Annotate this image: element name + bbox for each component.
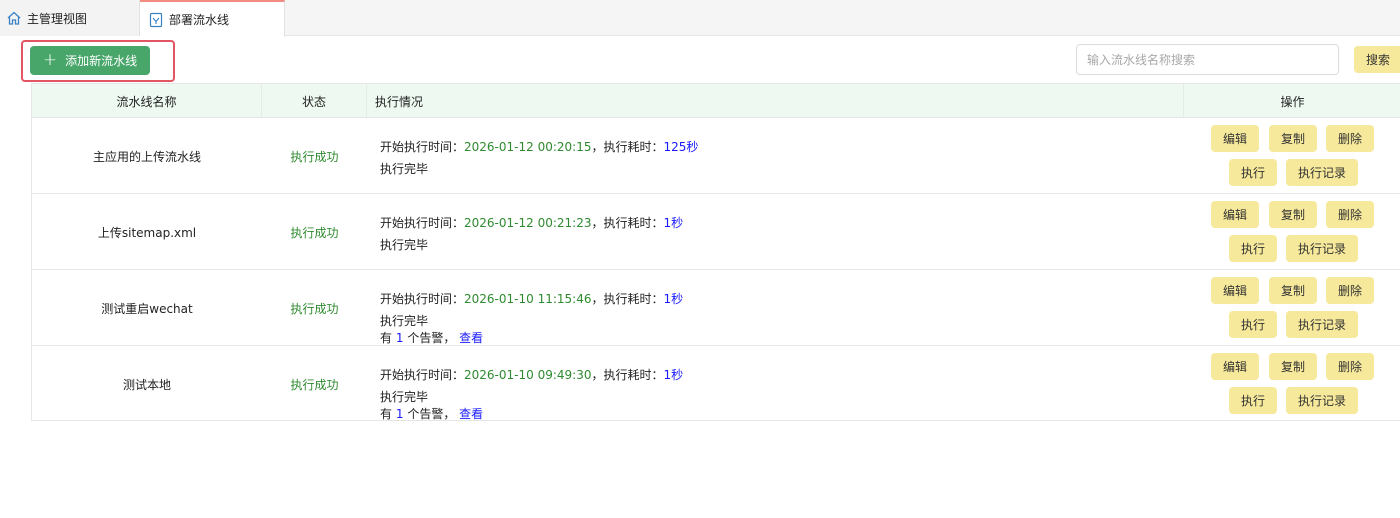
edit-button[interactable]: 编辑: [1211, 353, 1259, 380]
edit-button[interactable]: 编辑: [1211, 201, 1259, 228]
duration-label: ，执行耗时：: [591, 140, 664, 154]
run-button[interactable]: 执行: [1229, 235, 1277, 262]
start-time-label: 开始执行时间：: [380, 216, 465, 230]
table-header: 流水线名称 状态 执行情况 操作: [32, 83, 1400, 118]
status-text: 执行成功: [290, 377, 339, 392]
search-input[interactable]: [1076, 44, 1339, 75]
start-time-value: 2026-01-12 00:20:15: [464, 140, 592, 154]
tab-bar: 主管理视图 部署流水线: [0, 0, 1400, 37]
duration-value: 1秒: [663, 368, 684, 382]
run-button[interactable]: 执行: [1229, 387, 1277, 414]
duration-value: 125秒: [663, 140, 699, 154]
run-button[interactable]: 执行: [1229, 159, 1277, 186]
edit-button[interactable]: 编辑: [1211, 277, 1259, 304]
exec-done-text: 执行完毕: [380, 162, 429, 176]
status-text: 执行成功: [290, 149, 339, 164]
alert-line: 有 1 个告警， 查看: [380, 329, 483, 346]
exec-time-line: 开始执行时间：2026-01-10 09:49:30，执行耗时：1秒: [380, 366, 683, 383]
pipeline-name: 上传sitemap.xml: [97, 225, 197, 240]
tab-pipeline[interactable]: 部署流水线: [140, 0, 285, 37]
exec-log-button[interactable]: 执行记录: [1286, 387, 1358, 414]
pipeline-name: 测试本地: [122, 377, 171, 392]
add-pipeline-label: 添加新流水线: [65, 54, 138, 68]
duration-value: 1秒: [663, 292, 684, 306]
alert-suffix: 个告警，: [407, 407, 456, 421]
delete-button[interactable]: 删除: [1326, 201, 1374, 228]
status-text: 执行成功: [290, 225, 339, 240]
start-time-value: 2026-01-10 11:15:46: [464, 292, 592, 306]
duration-label: ，执行耗时：: [591, 216, 664, 230]
exec-time-line: 开始执行时间：2026-01-12 00:20:15，执行耗时：125秒: [380, 138, 698, 155]
exec-log-button[interactable]: 执行记录: [1286, 235, 1358, 262]
delete-button[interactable]: 删除: [1326, 125, 1374, 152]
copy-button[interactable]: 复制: [1269, 277, 1317, 304]
alert-prefix: 有: [380, 331, 393, 345]
start-time-value: 2026-01-12 00:21:23: [464, 216, 592, 230]
run-button[interactable]: 执行: [1229, 311, 1277, 338]
document-icon: [149, 12, 163, 27]
header-exec: 执行情况: [367, 84, 1184, 118]
tab-main-view[interactable]: 主管理视图: [0, 0, 140, 36]
view-alerts-link[interactable]: 查看: [459, 407, 483, 421]
home-icon: [7, 11, 21, 25]
header-ops: 操作: [1280, 94, 1305, 109]
table-row: 上传sitemap.xml 执行成功 开始执行时间：2026-01-12 00:21…: [32, 193, 1400, 269]
table-row: 主应用的上传流水线 执行成功 开始执行时间：2026-01-12 00:20:15，…: [32, 117, 1400, 193]
exec-time-line: 开始执行时间：2026-01-10 11:15:46，执行耗时：1秒: [380, 290, 683, 307]
alert-count: 1: [395, 407, 404, 421]
delete-button[interactable]: 删除: [1326, 353, 1374, 380]
start-time-label: 开始执行时间：: [380, 292, 465, 306]
exec-log-button[interactable]: 执行记录: [1286, 311, 1358, 338]
search-button[interactable]: 搜索: [1354, 46, 1400, 73]
tab-label: 部署流水线: [169, 13, 230, 27]
header-status: 状态: [262, 84, 367, 118]
exec-done-text: 执行完毕: [380, 390, 429, 404]
exec-done-text: 执行完毕: [380, 238, 429, 252]
alert-suffix: 个告警，: [407, 331, 456, 345]
copy-button[interactable]: 复制: [1269, 353, 1317, 380]
copy-button[interactable]: 复制: [1269, 125, 1317, 152]
duration-label: ，执行耗时：: [591, 368, 664, 382]
start-time-label: 开始执行时间：: [380, 368, 465, 382]
pipeline-name: 主应用的上传流水线: [92, 149, 201, 164]
view-alerts-link[interactable]: 查看: [459, 331, 483, 345]
table-row: 测试本地 执行成功 开始执行时间：2026-01-10 09:49:30，执行耗时：…: [32, 345, 1400, 421]
status-text: 执行成功: [290, 301, 339, 316]
start-time-label: 开始执行时间：: [380, 140, 465, 154]
pipeline-name: 测试重启wechat: [101, 301, 193, 316]
alert-prefix: 有: [380, 407, 393, 421]
exec-time-line: 开始执行时间：2026-01-12 00:21:23，执行耗时：1秒: [380, 214, 683, 231]
delete-button[interactable]: 删除: [1326, 277, 1374, 304]
pipeline-table: 流水线名称 状态 执行情况 操作 主应用的上传流水线 执行成功 开始执行时间：202…: [31, 83, 1400, 421]
exec-log-button[interactable]: 执行记录: [1286, 159, 1358, 186]
exec-done-text: 执行完毕: [380, 314, 429, 328]
add-pipeline-button[interactable]: + 添加新流水线: [30, 46, 150, 75]
alert-count: 1: [395, 331, 404, 345]
header-name: 流水线名称: [32, 84, 262, 118]
tab-label: 主管理视图: [27, 11, 88, 26]
duration-label: ，执行耗时：: [591, 292, 664, 306]
table-row: 测试重启wechat 执行成功 开始执行时间：2026-01-10 11:15:46…: [32, 269, 1400, 345]
start-time-value: 2026-01-10 09:49:30: [464, 368, 592, 382]
duration-value: 1秒: [663, 216, 684, 230]
alert-line: 有 1 个告警， 查看: [380, 405, 483, 422]
edit-button[interactable]: 编辑: [1211, 125, 1259, 152]
plus-icon: +: [42, 50, 58, 70]
copy-button[interactable]: 复制: [1269, 201, 1317, 228]
